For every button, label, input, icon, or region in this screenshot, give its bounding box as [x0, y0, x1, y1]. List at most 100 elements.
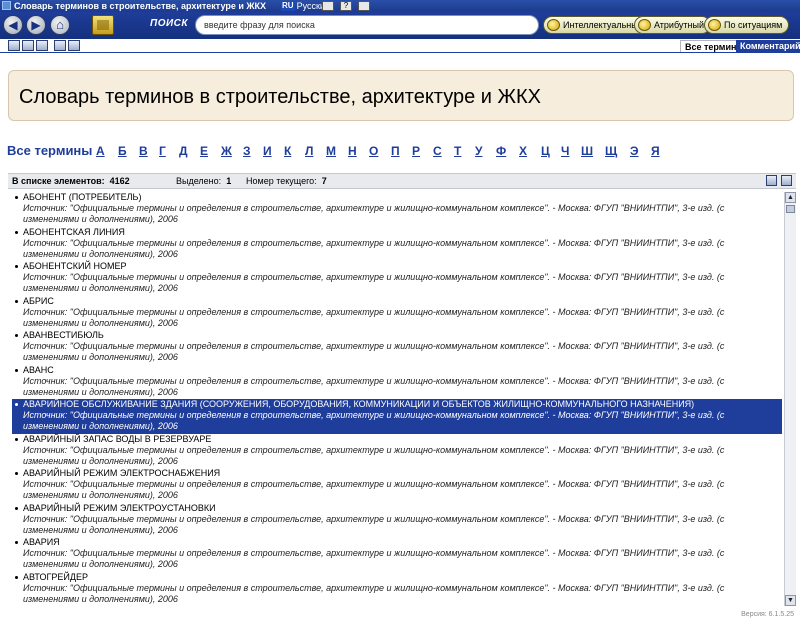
- list-item[interactable]: АБОНЕНТСКАЯ ЛИНИЯ Источник: "Официальные …: [12, 227, 782, 262]
- term-source: Источник: "Официальные термины и определ…: [23, 582, 725, 604]
- filter-icon[interactable]: [781, 175, 792, 186]
- letter-link[interactable]: П: [391, 144, 400, 158]
- list-item[interactable]: АВАРИЯ Источник: "Официальные термины и о…: [12, 537, 782, 572]
- list-item[interactable]: АВАНС Источник: "Официальные термины и оп…: [12, 365, 782, 400]
- letter-link[interactable]: Т: [454, 144, 461, 158]
- letter-link[interactable]: С: [433, 144, 442, 158]
- letter-link[interactable]: О: [369, 144, 378, 158]
- save-icon[interactable]: [8, 40, 20, 51]
- grid-icon[interactable]: [358, 1, 370, 11]
- bullet-icon: [15, 299, 18, 303]
- language-code: RU: [281, 1, 295, 11]
- letter-link[interactable]: Б: [118, 144, 127, 158]
- list-item[interactable]: АВТОГРЕЙДЕР Источник: "Официальные термин…: [12, 572, 782, 607]
- letter-link[interactable]: У: [475, 144, 482, 158]
- export-icon[interactable]: [22, 40, 34, 51]
- letter-link[interactable]: Ф: [496, 144, 506, 158]
- letter-link[interactable]: З: [243, 144, 251, 158]
- divider: [0, 52, 800, 53]
- letter-link[interactable]: Д: [179, 144, 188, 158]
- letter-link[interactable]: Ч: [561, 144, 569, 158]
- bullet-icon: [15, 230, 18, 234]
- header-panel: Словарь терминов в строительстве, архите…: [8, 70, 794, 121]
- term-title: АБРИС: [23, 295, 54, 306]
- letter-link[interactable]: Ц: [541, 144, 550, 158]
- term-title: АВТОГРЕЙДЕР: [23, 571, 88, 582]
- letter-link[interactable]: М: [326, 144, 336, 158]
- sort-icon[interactable]: [766, 175, 777, 186]
- list-item[interactable]: АВАНВЕСТИБЮЛЬ Источник: "Официальные терм…: [12, 330, 782, 365]
- letter-link[interactable]: Ш: [581, 144, 593, 158]
- letter-link[interactable]: А: [96, 144, 105, 158]
- term-source: Источник: "Официальные термины и определ…: [23, 375, 725, 397]
- letter-link[interactable]: В: [139, 144, 148, 158]
- term-source: Источник: "Официальные термины и определ…: [23, 410, 725, 431]
- forward-icon[interactable]: ▶: [26, 15, 46, 35]
- bullet-icon: [15, 541, 18, 544]
- print-icon[interactable]: [54, 40, 66, 51]
- page-title: Словарь терминов в строительстве, архите…: [19, 86, 541, 108]
- current-value: 7: [321, 176, 327, 186]
- scroll-down-icon[interactable]: ▼: [785, 595, 796, 606]
- letter-link[interactable]: Н: [348, 144, 357, 158]
- letter-link[interactable]: Ж: [221, 144, 232, 158]
- list-item[interactable]: АВАРИЙНЫЙ РЕЖИМ ЭЛЕКТРОСНАБЖЕНИЯ Источник…: [12, 468, 782, 503]
- attribute-search-button[interactable]: Атрибутный: [634, 16, 712, 34]
- term-title: АВАРИЙНЫЙ ЗАПАС ВОДЫ В РЕЗЕРВУАРЕ: [23, 433, 212, 444]
- term-title: АБОНЕНТСКИЙ НОМЕР: [23, 261, 127, 271]
- term-title: АБОНЕНТ (ПОТРЕБИТЕЛЬ): [23, 192, 142, 202]
- list-item[interactable]: АВАРИЙНОЕ ОБСЛУЖИВАНИЕ ЗДАНИЯ (СООРУЖЕНИ…: [12, 399, 782, 434]
- bullet-icon: [15, 368, 18, 372]
- search-icon: [708, 19, 721, 31]
- keyboard-icon[interactable]: [322, 1, 334, 11]
- term-source: Источник: "Официальные термины и определ…: [23, 306, 725, 328]
- term-title: АБОНЕНТСКАЯ ЛИНИЯ: [23, 226, 125, 237]
- preview-icon[interactable]: [68, 40, 80, 51]
- letter-link[interactable]: И: [263, 144, 272, 158]
- list-item[interactable]: АВАРИЙНЫЙ ЗАПАС ВОДЫ В РЕЗЕРВУАРЕ Источни…: [12, 434, 782, 469]
- search-icon: [547, 19, 560, 31]
- back-icon[interactable]: ◀: [3, 15, 23, 35]
- bullet-icon: [15, 403, 18, 406]
- all-terms-link[interactable]: Все термины: [7, 143, 92, 158]
- bullet-icon: [15, 265, 18, 268]
- situation-search-button[interactable]: По ситуациям: [704, 16, 790, 34]
- letter-link[interactable]: Э: [630, 144, 639, 158]
- help-button[interactable]: ?: [340, 1, 352, 11]
- term-source: Источник: "Официальные термины и определ…: [23, 513, 725, 535]
- letter-link[interactable]: Я: [651, 144, 660, 158]
- term-source: Источник: "Официальные термины и определ…: [23, 548, 725, 569]
- list-item[interactable]: АБОНЕНТСКИЙ НОМЕР Источник: "Официальные …: [12, 261, 782, 296]
- letter-link[interactable]: Е: [200, 144, 208, 158]
- letter-link[interactable]: Г: [159, 144, 166, 158]
- list-item[interactable]: АБОНЕНТ (ПОТРЕБИТЕЛЬ) Источник: "Официаль…: [12, 192, 782, 227]
- term-list: АБОНЕНТ (ПОТРЕБИТЕЛЬ) Источник: "Официаль…: [12, 192, 782, 606]
- search-input[interactable]: введите фразу для поиска: [195, 15, 539, 35]
- version-label: Версия: 6.1.5.25: [741, 611, 794, 618]
- window-title-bar: Словарь терминов в строительстве, архите…: [0, 0, 800, 12]
- bullet-icon: [15, 575, 18, 579]
- term-source: Источник: "Официальные термины и определ…: [23, 444, 725, 466]
- selected-label: Выделено:: [176, 176, 222, 186]
- term-title: АВАРИЙНЫЙ РЕЖИМ ЭЛЕКТРОСНАБЖЕНИЯ: [23, 468, 221, 478]
- letter-link[interactable]: Л: [305, 144, 313, 158]
- copy-icon[interactable]: [36, 40, 48, 51]
- count-value: 4162: [109, 176, 130, 186]
- scroll-up-icon[interactable]: ▲: [785, 192, 796, 203]
- list-item[interactable]: АБРИС Источник: "Официальные термины и оп…: [12, 296, 782, 331]
- list-item[interactable]: АВАРИЙНЫЙ РЕЖИМ ЭЛЕКТРОУСТАНОВКИ Источник…: [12, 503, 782, 538]
- term-source: Источник: "Официальные термины и определ…: [23, 203, 725, 224]
- list-scrollbar[interactable]: ▲ ▼: [784, 192, 796, 606]
- bullet-icon: [15, 437, 18, 441]
- scroll-thumb[interactable]: [786, 205, 795, 213]
- letter-link[interactable]: К: [284, 144, 291, 158]
- home-icon[interactable]: ⌂: [50, 15, 70, 35]
- term-title: АВАНС: [23, 364, 54, 375]
- count-label: В списке элементов:: [12, 176, 105, 186]
- letter-link[interactable]: Р: [412, 144, 420, 158]
- letter-link[interactable]: Х: [519, 144, 527, 158]
- letter-link[interactable]: Щ: [605, 144, 617, 158]
- search-icon: [638, 19, 651, 31]
- book-icon[interactable]: [92, 15, 114, 35]
- bullet-icon: [15, 334, 18, 337]
